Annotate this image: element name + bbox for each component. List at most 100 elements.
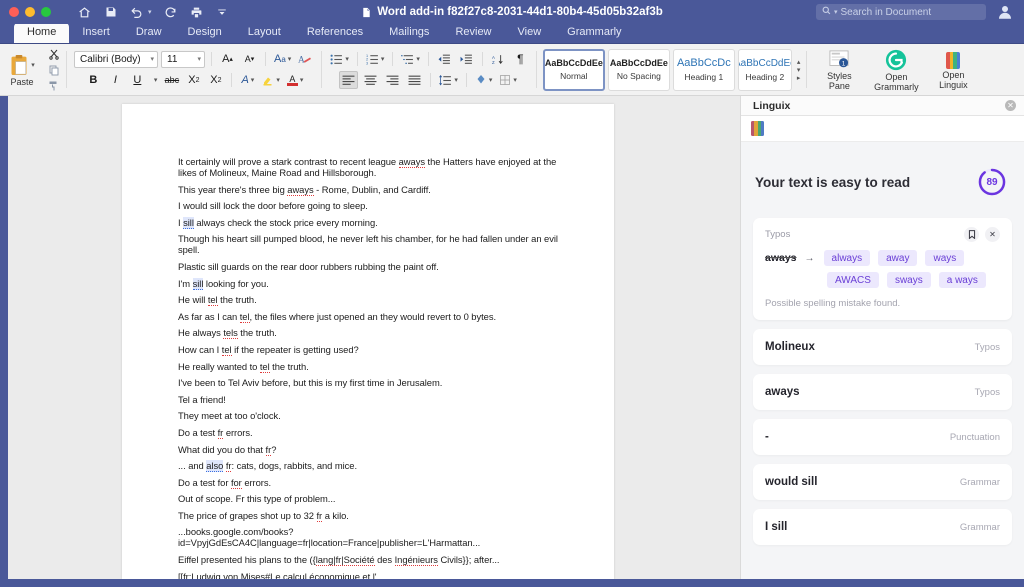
suggestion-chip[interactable]: sways bbox=[887, 272, 931, 288]
document-paragraph[interactable]: He always tels the truth. bbox=[178, 327, 566, 338]
save-icon[interactable] bbox=[103, 5, 118, 20]
styles-pane-button[interactable]: 1 Styles Pane bbox=[813, 48, 865, 91]
document-text-body[interactable]: It certainly will prove a stark contrast… bbox=[122, 104, 614, 579]
linguix-panel-body[interactable]: Your text is easy to read 89 Typos bbox=[741, 142, 1024, 579]
document-paragraph[interactable]: I've been to Tel Aviv before, but this i… bbox=[178, 377, 566, 388]
show-formatting-marks-icon[interactable]: ¶ bbox=[511, 50, 530, 68]
superscript-button[interactable]: X2 bbox=[206, 71, 225, 89]
italic-button[interactable]: I bbox=[106, 71, 125, 89]
style-normal[interactable]: AaBbCcDdEe Normal bbox=[543, 49, 605, 91]
open-linguix-button[interactable]: Open Linguix bbox=[927, 50, 979, 90]
search-input[interactable]: ▾ Search in Document bbox=[816, 4, 986, 20]
document-canvas[interactable]: It certainly will prove a stark contrast… bbox=[0, 96, 740, 579]
issue-list-item[interactable]: -Punctuation bbox=[753, 419, 1012, 455]
underline-dropdown-icon[interactable]: ▾ bbox=[150, 71, 160, 89]
document-paragraph[interactable]: Do a test for for errors. bbox=[178, 477, 566, 488]
tab-view[interactable]: View bbox=[505, 23, 555, 43]
shrink-font-icon[interactable]: A▾ bbox=[240, 50, 259, 68]
spelling-error-text[interactable]: tel bbox=[222, 344, 232, 356]
sort-icon[interactable]: AZ bbox=[489, 50, 508, 68]
document-paragraph[interactable]: Out of scope. Fr this type of problem... bbox=[178, 493, 566, 504]
decrease-indent-icon[interactable] bbox=[435, 50, 454, 68]
tab-layout[interactable]: Layout bbox=[235, 23, 294, 43]
borders-icon[interactable]: ▾ bbox=[497, 71, 519, 89]
issue-list-item[interactable]: would sillGrammar bbox=[753, 464, 1012, 500]
increase-indent-icon[interactable] bbox=[457, 50, 476, 68]
spelling-error-text[interactable]: tel bbox=[260, 361, 270, 373]
document-paragraph[interactable]: [[fr:Ludwig von Mises#Le calcul économiq… bbox=[178, 571, 566, 579]
issue-list-item[interactable]: awaysTypos bbox=[753, 374, 1012, 410]
grammar-error-text[interactable]: sill bbox=[183, 217, 194, 229]
document-paragraph[interactable]: He will tel the truth. bbox=[178, 294, 566, 305]
justify-icon[interactable] bbox=[405, 71, 424, 89]
spelling-error-text[interactable]: Ingénieurs bbox=[395, 554, 438, 566]
grammar-error-text[interactable]: sill bbox=[193, 278, 204, 290]
strikethrough-button[interactable]: abc bbox=[162, 71, 181, 89]
tab-review[interactable]: Review bbox=[442, 23, 504, 43]
style-heading-2[interactable]: AaBbCcDdEe Heading 2 bbox=[738, 49, 792, 91]
grammar-error-text[interactable]: also bbox=[206, 460, 223, 472]
document-paragraph[interactable]: ...books.google.com/books?id=VpyjGdEsCA4… bbox=[178, 526, 566, 548]
document-page[interactable]: It certainly will prove a stark contrast… bbox=[122, 104, 614, 579]
document-paragraph[interactable]: They meet at too o'clock. bbox=[178, 410, 566, 421]
document-paragraph[interactable]: Eiffel presented his plans to the ({lang… bbox=[178, 554, 566, 565]
maximize-window-button[interactable] bbox=[41, 7, 51, 17]
document-paragraph[interactable]: ... and also fr: cats, dogs, rabbits, an… bbox=[178, 460, 566, 471]
customize-qat-icon[interactable] bbox=[215, 5, 230, 20]
spelling-error-text[interactable]: lang|fr|Société bbox=[316, 554, 375, 566]
print-icon[interactable] bbox=[189, 5, 204, 20]
spelling-error-text[interactable]: Mises#Le calcul économique bbox=[241, 571, 360, 579]
issue-list-item[interactable]: MolineuxTypos bbox=[753, 329, 1012, 365]
document-paragraph[interactable]: How can I tel if the repeater is getting… bbox=[178, 344, 566, 355]
spelling-error-text[interactable]: aways bbox=[287, 184, 313, 196]
close-window-button[interactable] bbox=[9, 7, 19, 17]
spelling-error-text[interactable]: tel bbox=[240, 311, 250, 323]
tab-design[interactable]: Design bbox=[175, 23, 235, 43]
document-paragraph[interactable]: He really wanted to tel the truth. bbox=[178, 361, 566, 372]
align-right-icon[interactable] bbox=[383, 71, 402, 89]
tab-insert[interactable]: Insert bbox=[69, 23, 123, 43]
align-center-icon[interactable] bbox=[361, 71, 380, 89]
suggestion-chip[interactable]: AWACS bbox=[827, 272, 879, 288]
suggestion-chip[interactable]: always bbox=[824, 250, 871, 266]
suggestion-chip[interactable]: ways bbox=[925, 250, 964, 266]
search-scope-caret-icon[interactable]: ▾ bbox=[834, 8, 838, 16]
document-paragraph[interactable]: This year there's three big aways - Rome… bbox=[178, 184, 566, 195]
document-paragraph[interactable]: The price of grapes shot up to 32 fr a k… bbox=[178, 510, 566, 521]
multilevel-list-icon[interactable]: ▾ bbox=[399, 50, 422, 68]
dismiss-suggestion-icon[interactable]: ✕ bbox=[985, 227, 1000, 242]
home-icon[interactable] bbox=[77, 5, 92, 20]
font-size-combobox[interactable]: 11 ▾ bbox=[161, 51, 205, 68]
shading-icon[interactable]: ▾ bbox=[473, 71, 495, 89]
undo-dropdown-icon[interactable]: ▾ bbox=[148, 8, 152, 16]
document-paragraph[interactable]: I sill always check the stock price ever… bbox=[178, 217, 566, 228]
copy-icon[interactable] bbox=[47, 63, 61, 76]
document-paragraph[interactable]: It certainly will prove a stark contrast… bbox=[178, 156, 566, 178]
format-painter-icon[interactable] bbox=[47, 79, 61, 92]
align-left-icon[interactable] bbox=[339, 71, 358, 89]
document-paragraph[interactable]: Though his heart sill pumped blood, he n… bbox=[178, 233, 566, 255]
bookmark-icon[interactable] bbox=[964, 227, 979, 242]
document-paragraph[interactable]: Plastic sill guards on the rear door rub… bbox=[178, 261, 566, 272]
suggestion-chip[interactable]: a ways bbox=[939, 272, 986, 288]
text-effects-button[interactable]: A▾ bbox=[238, 71, 257, 89]
document-paragraph[interactable]: Do a test fr errors. bbox=[178, 427, 566, 438]
style-heading-1[interactable]: AaBbCcDc Heading 1 bbox=[673, 49, 735, 91]
cut-icon[interactable] bbox=[47, 47, 61, 60]
close-icon[interactable]: ✕ bbox=[1005, 100, 1016, 111]
window-controls[interactable] bbox=[0, 7, 51, 17]
subscript-button[interactable]: X2 bbox=[184, 71, 203, 89]
spelling-error-text[interactable]: aways bbox=[399, 156, 425, 168]
suggestion-chip[interactable]: away bbox=[878, 250, 917, 266]
underline-button[interactable]: U bbox=[128, 71, 147, 89]
font-name-combobox[interactable]: Calibri (Body) ▾ bbox=[74, 51, 158, 68]
clear-formatting-icon[interactable]: A bbox=[296, 50, 315, 68]
spelling-error-text[interactable]: tels bbox=[223, 327, 237, 339]
tab-mailings[interactable]: Mailings bbox=[376, 23, 442, 43]
account-avatar[interactable] bbox=[996, 3, 1014, 21]
line-spacing-icon[interactable]: ▾ bbox=[437, 71, 460, 89]
redo-icon[interactable] bbox=[163, 5, 178, 20]
styles-gallery-more-icon[interactable]: ▴▾▸ bbox=[795, 58, 801, 82]
document-paragraph[interactable]: I'm sill looking for you. bbox=[178, 278, 566, 289]
grow-font-icon[interactable]: A▴ bbox=[218, 50, 237, 68]
